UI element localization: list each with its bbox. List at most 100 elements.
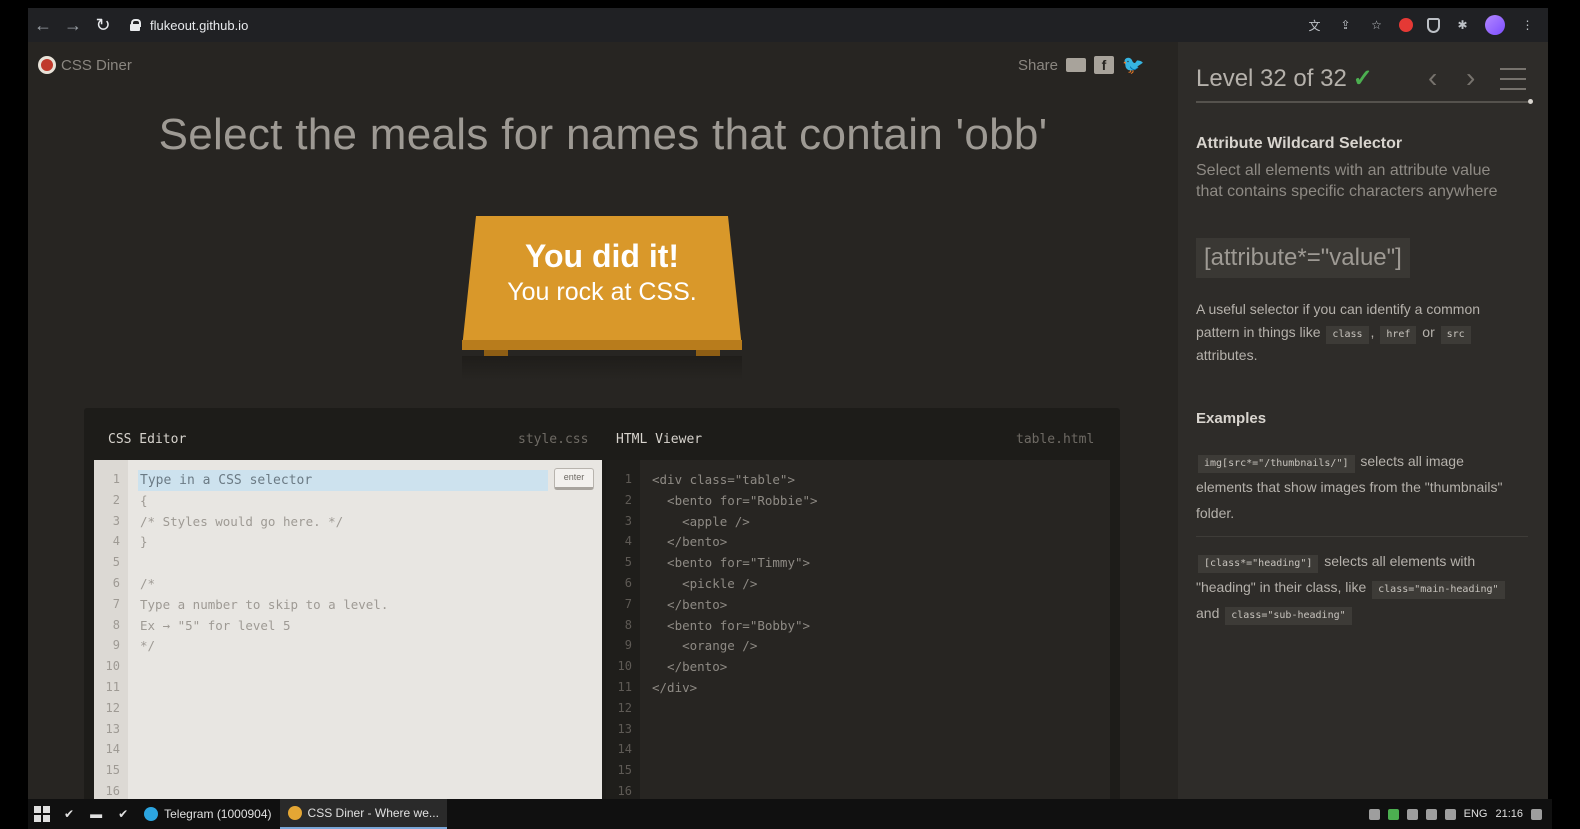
line-number: 4 (624, 534, 632, 549)
os-taskbar: ✔ ▬ ✔ Telegram (1000904) CSS Diner - Whe… (28, 799, 1552, 829)
twitter-icon[interactable]: 🐦 (1122, 56, 1144, 74)
code-line: Ex → "5" for level 5 (140, 617, 291, 633)
line-number: 13 (105, 721, 120, 736)
css-filename: style.css (518, 432, 589, 447)
code-line: <bento for="Timmy"> (652, 555, 811, 571)
line-number: 10 (105, 659, 120, 674)
selector-syntax: [attribute*="value"] (1196, 238, 1410, 278)
code-line: /* (140, 576, 156, 591)
level-progress-bar (1196, 101, 1528, 103)
more-menu-icon[interactable]: ⋮ (1519, 17, 1536, 34)
css-line-gutter: 1 2 3 4 5 6 7 8 9 10 11 12 13 14 15 16 (94, 460, 128, 799)
windows-start-icon[interactable] (34, 806, 50, 822)
taskbar-telegram[interactable]: Telegram (1000904) (136, 799, 279, 829)
line-number: 14 (105, 742, 120, 757)
line-number: 16 (105, 784, 120, 798)
line-number: 3 (112, 513, 120, 528)
bookmark-star-icon[interactable]: ☆ (1368, 17, 1385, 34)
hint-tag: class (1326, 326, 1369, 344)
level-header: Level 32 of 32 ✓ (1196, 64, 1373, 93)
html-line-gutter: 1 2 3 4 5 6 7 8 9 10 11 12 13 14 15 16 (606, 460, 640, 799)
line-number: 5 (112, 555, 120, 570)
line-number: 12 (617, 700, 632, 715)
taskbar-check-icon[interactable]: ✔ (56, 799, 82, 829)
code-line: <orange /> (652, 638, 758, 654)
example-1: img[src*="/thumbnails/"] selects all ima… (1196, 448, 1516, 526)
address-bar[interactable]: flukeout.github.io (130, 18, 248, 33)
next-level-icon[interactable]: › (1466, 62, 1475, 94)
site-logo[interactable]: CSS Diner (38, 56, 132, 74)
share-label: Share (1017, 56, 1058, 74)
code-line: */ (140, 638, 156, 654)
language-indicator[interactable]: ENG (1464, 808, 1488, 820)
line-number: 16 (617, 784, 632, 798)
hint-comma: , (1370, 324, 1375, 340)
system-tray: ENG 21:16 (1368, 799, 1542, 829)
completed-check-icon: ✓ (1352, 65, 1373, 92)
line-number: 15 (617, 763, 632, 778)
editor-panel: CSS Editor style.css HTML Viewer table.h… (84, 408, 1120, 799)
level-menu-icon[interactable] (1500, 68, 1526, 90)
line-number: 4 (112, 534, 120, 549)
chrome-icon (287, 806, 302, 820)
extension-red-icon[interactable] (1399, 18, 1413, 32)
level-instruction: Select the meals for names that contain … (158, 110, 1048, 159)
example-code: class="sub-heading" (1225, 607, 1352, 625)
table-shadow (462, 356, 742, 380)
line-number: 12 (105, 700, 120, 715)
line-number: 2 (624, 492, 632, 507)
tray-app-icon[interactable] (1387, 808, 1399, 820)
code-line: /* Styles would go here. */ (140, 513, 344, 529)
css-selector-input[interactable] (138, 470, 548, 491)
volume-icon[interactable] (1444, 808, 1456, 820)
win-heading: You did it! (524, 238, 680, 274)
example-divider (1196, 536, 1528, 537)
profile-avatar[interactable] (1485, 15, 1505, 35)
facebook-icon[interactable]: f (1094, 56, 1114, 74)
code-line: <bento for="Bobby"> (652, 617, 811, 633)
tray-app-icon[interactable] (1406, 808, 1418, 820)
reload-icon[interactable]: ↻ (88, 15, 118, 36)
selector-hint: A useful selector if you can identify a … (1196, 298, 1516, 367)
back-icon[interactable]: ← (28, 15, 58, 36)
line-number: 7 (112, 596, 120, 611)
file-explorer-icon[interactable]: ▬ (82, 799, 110, 829)
plate-logo-icon (38, 56, 56, 74)
html-viewer-title: HTML Viewer (616, 432, 703, 447)
line-number: 11 (617, 680, 632, 694)
forward-icon[interactable]: → (58, 15, 88, 36)
code-line: </bento> (652, 534, 728, 550)
taskbar-check-icon[interactable]: ✔ (110, 799, 136, 829)
shield-extension-icon[interactable] (1427, 17, 1440, 33)
url-text[interactable]: flukeout.github.io (150, 18, 248, 33)
line-number: 6 (112, 576, 120, 590)
network-icon[interactable] (1425, 808, 1437, 820)
example-and: and (1196, 605, 1220, 621)
code-line: } (140, 534, 148, 550)
html-filename: table.html (1016, 432, 1095, 447)
code-line: Type a number to skip to a level. (140, 596, 389, 612)
taskbar-chrome[interactable]: CSS Diner - Where we... (279, 799, 447, 829)
translate-icon[interactable]: 文 (1306, 17, 1323, 34)
email-icon[interactable] (1066, 58, 1086, 72)
level-sidebar: Level 32 of 32 ✓ ‹ › Attribute Wildcard S… (1178, 42, 1548, 799)
share-page-icon[interactable]: ⇪ (1337, 17, 1354, 34)
hint-or: or (1422, 324, 1435, 340)
clock[interactable]: 21:16 (1495, 808, 1523, 820)
css-editor-title: CSS Editor (108, 432, 187, 447)
table-edge (462, 340, 742, 350)
tray-app-icon[interactable] (1368, 808, 1380, 820)
enter-button[interactable]: enter (554, 468, 594, 490)
notification-icon[interactable] (1531, 808, 1542, 820)
example-code: class="main-heading" (1372, 581, 1505, 599)
line-number: 15 (105, 763, 120, 778)
line-number: 1 (112, 472, 120, 486)
puzzle-extensions-icon[interactable]: ✱ (1454, 17, 1471, 34)
previous-level-icon[interactable]: ‹ (1428, 62, 1437, 94)
browser-extensions: 文 ⇪ ☆ ✱ ⋮ (1306, 8, 1536, 42)
lock-icon (130, 19, 141, 31)
telegram-icon (144, 807, 159, 821)
selector-description: Select all elements with an attribute va… (1196, 162, 1498, 200)
code-line: </bento> (652, 659, 728, 675)
line-number: 2 (112, 492, 120, 507)
